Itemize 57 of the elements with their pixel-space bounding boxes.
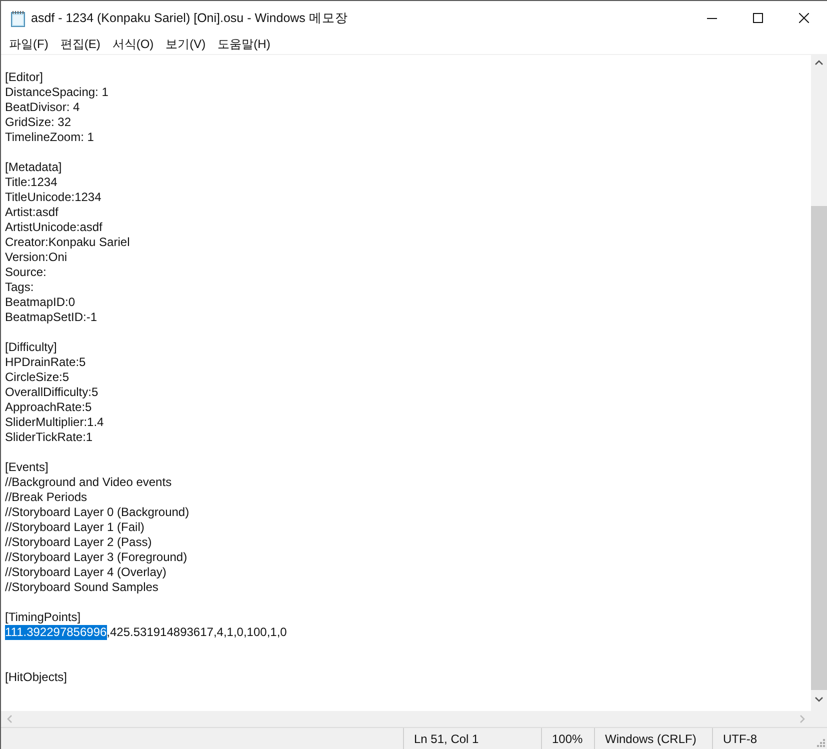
scroll-right-icon[interactable] — [800, 715, 805, 723]
horizontal-scrollbar[interactable] — [1, 711, 811, 727]
text-line: //Storyboard Layer 0 (Background) — [5, 505, 190, 520]
text-line: CircleSize:5 — [5, 370, 70, 385]
text-line: //Storyboard Layer 1 (Fail) — [5, 520, 144, 535]
scroll-down-icon[interactable] — [815, 697, 823, 702]
maximize-icon — [753, 13, 763, 23]
status-text: Ln 51, Col 1 — [414, 730, 479, 748]
text-line: TitleUnicode:1234 — [5, 190, 102, 205]
text-line: [TimingPoints] — [5, 610, 81, 625]
close-icon — [799, 13, 809, 23]
window-title: asdf - 1234 (Konpaku Sariel) [Oni].osu - Windows 메모장 — [31, 10, 348, 27]
text-line: //Background and Video events — [5, 475, 172, 490]
menu-item[interactable]: 편집(E) — [54, 35, 106, 54]
text-line: //Break Periods — [5, 490, 88, 505]
status-text: 100% — [552, 730, 583, 748]
text-line: SliderMultiplier:1.4 — [5, 415, 104, 430]
menu-item[interactable]: 도움말(H) — [212, 35, 276, 54]
menu-item[interactable]: 서식(O) — [106, 35, 160, 54]
notepad-icon — [10, 10, 26, 26]
text-line: Title:1234 — [5, 175, 58, 190]
text-line: [Events] — [5, 460, 48, 475]
menu-item[interactable]: 파일(F) — [3, 35, 54, 54]
text-line: //Storyboard Layer 2 (Pass) — [5, 535, 152, 550]
text-line: Source: — [5, 265, 46, 280]
selected-text: 111.392297856996 — [5, 625, 107, 640]
text-line: ApproachRate:5 — [5, 400, 92, 415]
text-line: //Storyboard Layer 4 (Overlay) — [5, 565, 166, 580]
text-line: TimelineZoom: 1 — [5, 130, 94, 145]
text-line: Tags: — [5, 280, 34, 295]
text-line: DistanceSpacing: 1 — [5, 85, 108, 100]
text-line: //Storyboard Layer 3 (Foreground) — [5, 550, 188, 565]
text-line: BeatmapID:0 — [5, 295, 76, 310]
text-line: ,425.531914893617,4,1,0,100,1,0 — [106, 625, 287, 640]
text-line: ArtistUnicode:asdf — [5, 220, 102, 235]
text-line: HPDrainRate:5 — [5, 355, 86, 370]
text-line: [Editor] — [5, 70, 44, 85]
text-line: [Difficulty] — [5, 340, 57, 355]
text-line: GridSize: 32 — [5, 115, 72, 130]
scroll-up-icon[interactable] — [815, 60, 823, 65]
text-line: Creator:Konpaku Sariel — [5, 235, 130, 250]
text-line: BeatDivisor: 4 — [5, 100, 80, 115]
vertical-scrollbar[interactable] — [811, 55, 827, 711]
resize-grip-icon[interactable] — [816, 738, 825, 747]
text-line: Artist:asdf — [5, 205, 58, 220]
scroll-left-icon[interactable] — [7, 715, 12, 723]
status-text: UTF-8 — [723, 730, 757, 748]
scrollbar-thumb[interactable] — [811, 206, 827, 690]
text-line: Version:Oni — [5, 250, 68, 265]
menu-item[interactable]: 보기(V) — [160, 35, 212, 54]
status-text: Windows (CRLF) — [605, 730, 696, 748]
text-line: BeatmapSetID:-1 — [5, 310, 98, 325]
text-line: OverallDifficulty:5 — [5, 385, 98, 400]
text-line: [Metadata] — [5, 160, 62, 175]
text-line: [HitObjects] — [5, 670, 68, 685]
text-line: SliderTickRate:1 — [5, 430, 93, 445]
text-line: //Storyboard Sound Samples — [5, 580, 158, 595]
